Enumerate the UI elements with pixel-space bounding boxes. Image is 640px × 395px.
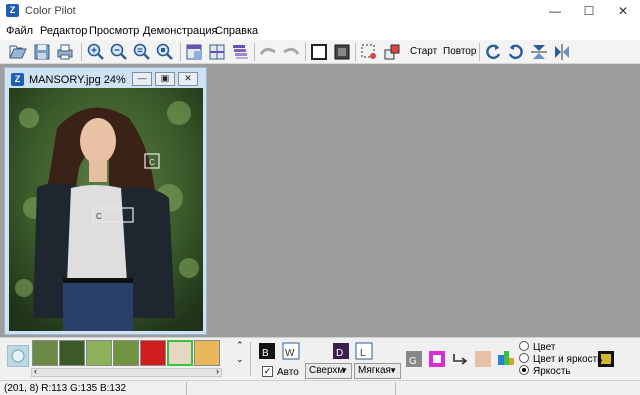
frame-icon[interactable]	[309, 42, 329, 62]
swatch-2[interactable]	[59, 340, 85, 366]
zoom-fit-icon[interactable]	[132, 42, 152, 62]
light-tone-icon[interactable]: L	[355, 342, 373, 360]
marker-label-1: C	[149, 158, 155, 167]
gray-point-icon[interactable]: G	[405, 350, 423, 368]
zoom-actual-icon[interactable]	[155, 42, 175, 62]
flip-horizontal-icon[interactable]	[552, 42, 572, 62]
svg-text:L: L	[360, 348, 366, 359]
undo-icon[interactable]	[258, 42, 278, 62]
radio-color-dot[interactable]	[519, 341, 529, 351]
bottom-panel: ‹ › ⌃ ⌄ B W D L G ✓ Авто Сверхм ▼ Мягкая ▼…	[0, 337, 640, 380]
scroll-left-icon[interactable]: ‹	[34, 366, 37, 376]
flip-vertical-icon[interactable]	[529, 42, 549, 62]
radio-color-brightness-dot[interactable]	[519, 353, 529, 363]
child-restore-button[interactable]: ▣	[155, 72, 175, 86]
swatch-4[interactable]	[113, 340, 139, 366]
auto-label: Авто	[277, 367, 299, 378]
rotate-left-icon[interactable]	[483, 42, 503, 62]
zoom-out-icon[interactable]	[109, 42, 129, 62]
swatch-5[interactable]	[140, 340, 166, 366]
select-area-icon[interactable]	[359, 42, 379, 62]
radio-brightness-dot[interactable]	[519, 365, 529, 375]
scroll-right-icon[interactable]: ›	[216, 366, 219, 376]
radio-brightness[interactable]: Яркость	[519, 365, 571, 377]
child-minimize-button[interactable]: —	[132, 72, 152, 86]
photo-canvas[interactable]: C C	[9, 88, 203, 331]
swatch-7[interactable]	[194, 340, 220, 366]
menu-file[interactable]: Файл	[6, 25, 33, 37]
menu-editor[interactable]: Редактор	[40, 25, 87, 37]
chevron-down-icon: ▼	[389, 366, 397, 375]
swatch-scrollbar[interactable]: ‹ ›	[31, 366, 222, 377]
menu-help[interactable]: Справка	[215, 25, 258, 37]
skin-tone-icon[interactable]	[428, 350, 446, 368]
swatch-1[interactable]	[32, 340, 58, 366]
swatch-3[interactable]	[86, 340, 112, 366]
status-readout: (201, 8) R:113 G:135 B:132	[4, 383, 127, 394]
minimize-button[interactable]: —	[538, 0, 572, 22]
dark-tone-icon[interactable]: D	[332, 342, 350, 360]
menu-bar: Файл Редактор Просмотр Демонстрация Спра…	[0, 22, 640, 40]
status-bar: (201, 8) R:113 G:135 B:132	[0, 380, 640, 395]
title-bar: Z Color Pilot — ☐ ✕	[0, 0, 640, 22]
app-logo-icon: Z	[6, 4, 19, 17]
print-icon[interactable]	[55, 42, 75, 62]
marker-label-2: C	[96, 212, 102, 221]
redo-icon[interactable]	[281, 42, 301, 62]
close-button[interactable]: ✕	[606, 0, 640, 22]
menu-demo[interactable]: Демонстрация	[143, 25, 218, 37]
layers-icon[interactable]	[230, 42, 250, 62]
split-view-icon[interactable]	[184, 42, 204, 62]
maximize-button[interactable]: ☐	[572, 0, 606, 22]
scroll-up-icon[interactable]: ⌃	[236, 340, 244, 351]
toolbar: Старт Повтор	[0, 40, 640, 64]
auto-checkbox[interactable]: ✓	[262, 366, 273, 377]
compare-view-icon[interactable]	[207, 42, 227, 62]
save-icon[interactable]	[32, 42, 52, 62]
apply-arrow-icon[interactable]	[451, 350, 469, 368]
softness-select[interactable]: Мягкая ▼	[354, 363, 401, 379]
photo-image: C C	[9, 88, 203, 331]
svg-text:D: D	[336, 348, 343, 359]
repeat-button[interactable]: Повтор	[443, 46, 476, 57]
resize-icon[interactable]	[382, 42, 402, 62]
child-close-button[interactable]: ✕	[178, 72, 198, 86]
frame-filled-icon[interactable]	[332, 42, 352, 62]
image-window-title: MANSORY.jpg 24%	[29, 74, 126, 86]
scroll-down-icon[interactable]: ⌄	[236, 354, 244, 365]
start-button[interactable]: Старт	[410, 46, 437, 57]
white-point-icon[interactable]: W	[282, 342, 300, 360]
open-icon[interactable]	[8, 42, 28, 62]
image-window[interactable]: Z MANSORY.jpg 24% — ▣ ✕ C C	[4, 67, 207, 335]
radio-color-brightness[interactable]: Цвет и яркость	[519, 353, 602, 365]
blend-mode-select[interactable]: Сверхм ▼	[305, 363, 352, 379]
radio-color[interactable]: Цвет	[519, 341, 555, 353]
skin-sample-icon[interactable]	[474, 350, 492, 368]
black-point-icon[interactable]: B	[258, 342, 276, 360]
rotate-right-icon[interactable]	[506, 42, 526, 62]
zoom-in-icon[interactable]	[86, 42, 106, 62]
swatch-6[interactable]	[167, 340, 193, 366]
image-window-icon: Z	[11, 73, 24, 86]
water-drop-icon[interactable]	[7, 345, 29, 367]
menu-view[interactable]: Просмотр	[89, 25, 139, 37]
chevron-down-icon: ▼	[340, 366, 348, 375]
window-title: Color Pilot	[25, 5, 76, 17]
svg-text:G: G	[409, 356, 417, 367]
svg-text:W: W	[285, 348, 295, 359]
svg-text:B: B	[262, 348, 269, 359]
color-chart-icon[interactable]	[497, 348, 515, 366]
